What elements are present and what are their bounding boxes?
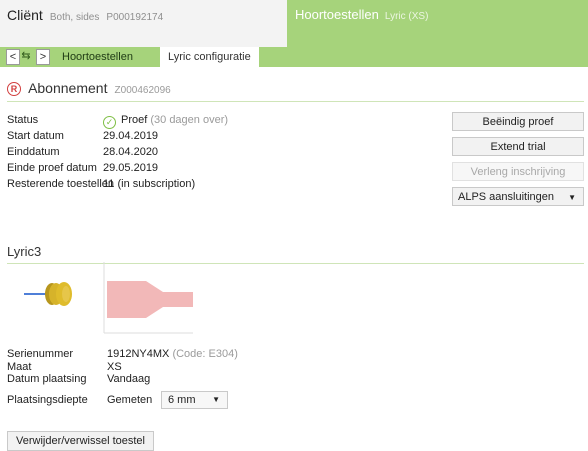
client-sides: Both, sides xyxy=(49,12,100,23)
serial-value: 1912NY4MX (Code: E304) xyxy=(107,348,238,361)
divider xyxy=(7,101,584,102)
alps-dropdown-button[interactable]: ALPS aansluitingen ▼ xyxy=(452,187,584,206)
trial-end-value: 29.05.2019 xyxy=(103,162,159,174)
subscription-title: Abonnement xyxy=(28,80,108,96)
caret-down-icon: ▼ xyxy=(212,395,220,404)
status-note: (30 dagen over) xyxy=(150,114,229,126)
client-id: P000192174 xyxy=(106,12,164,23)
placement-depth-label: Plaatsingsdiepte xyxy=(7,394,88,406)
replace-device-button[interactable]: Verwijder/verwissel toestel xyxy=(7,431,154,451)
ear-canal-diagram xyxy=(103,262,193,334)
subscription-heading: R Abonnement Z000462096 xyxy=(7,80,171,96)
placement-depth-select[interactable]: 6 mm ▼ xyxy=(161,391,228,409)
alps-label: ALPS aansluitingen xyxy=(458,191,555,203)
tab-hoortoestellen[interactable]: Hoortoestellen xyxy=(54,47,141,67)
size-value: XS xyxy=(107,360,122,373)
serial-code: (Code: E304) xyxy=(172,348,238,360)
device-header-model: Lyric (XS) xyxy=(384,11,429,22)
serial-label: Serienummer xyxy=(7,348,74,360)
registered-icon: R xyxy=(7,82,21,96)
forward-button[interactable]: > xyxy=(36,49,50,65)
client-title: Cliënt xyxy=(7,7,43,23)
subscription-id: Z000462096 xyxy=(114,85,171,96)
trial-end-label: Einde proef datum xyxy=(7,162,97,174)
renew-subscription-button: Verleng inschrijving xyxy=(452,162,584,181)
start-date-label: Start datum xyxy=(7,130,64,142)
size-label: Maat xyxy=(7,360,32,373)
placement-depth-mode: Gemeten xyxy=(107,394,153,406)
device-header: Hoortoestellen Lyric (XS) xyxy=(287,0,588,67)
status-value: ✓ Proef (30 dagen over) xyxy=(103,112,228,129)
end-date-label: Einddatum xyxy=(7,146,60,158)
lyric-device-icon xyxy=(24,282,72,306)
device-header-title: Hoortoestellen xyxy=(295,7,379,22)
extend-trial-button[interactable]: Extend trial xyxy=(452,137,584,156)
status-label: Status xyxy=(7,114,39,126)
swap-icon[interactable]: ⇆ xyxy=(20,49,32,63)
client-header: Cliënt Both, sides P000192174 xyxy=(0,0,288,47)
back-button[interactable]: < xyxy=(6,49,20,65)
divider xyxy=(7,263,584,264)
tab-lyric-configuratie[interactable]: Lyric configuratie xyxy=(160,47,259,67)
start-date-value: 29.04.2019 xyxy=(103,130,159,142)
placement-depth-selected: 6 mm xyxy=(168,394,196,406)
status-text: Proef xyxy=(121,114,148,126)
remaining-devices-label: Resterende toestellen xyxy=(7,178,115,190)
device-title: Lyric3 xyxy=(7,244,42,259)
caret-down-icon: ▼ xyxy=(568,193,576,202)
tab-bar: < ⇆ > Hoortoestellen Lyric configuratie xyxy=(0,47,287,67)
placement-date-value: Vandaag xyxy=(107,373,151,385)
placement-date-label: Datum plaatsing xyxy=(7,373,87,385)
end-date-value: 28.04.2020 xyxy=(103,146,159,158)
end-trial-button[interactable]: Beëindig proef xyxy=(452,112,584,131)
serial-number: 1912NY4MX xyxy=(107,348,170,360)
remaining-devices-value: 11 (in subscription) xyxy=(103,178,196,190)
